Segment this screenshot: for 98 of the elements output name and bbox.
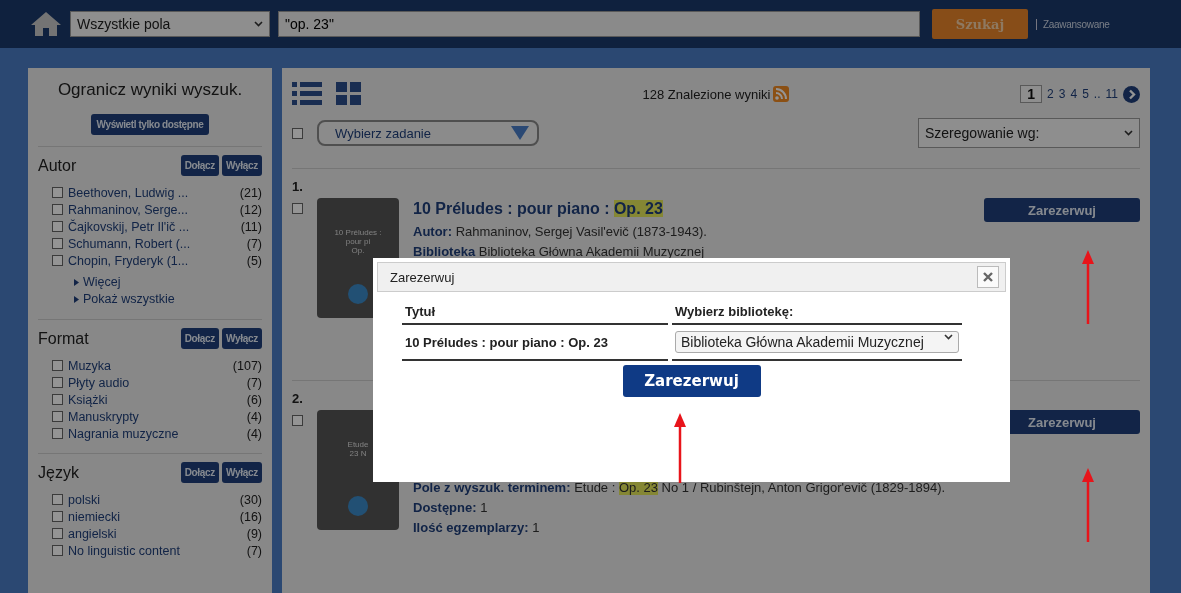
facet-option[interactable]: angielski (68, 526, 247, 541)
facet-count: (5) (246, 253, 262, 268)
rss-icon[interactable] (773, 86, 790, 102)
annotation-arrow (673, 413, 687, 483)
checkbox[interactable] (52, 187, 63, 198)
list-view-icon[interactable] (292, 81, 322, 107)
result-field: Biblioteka Biblioteka Główna Akademii Muzycznej (413, 242, 970, 262)
include-button[interactable]: Dołącz (180, 155, 220, 176)
facet-option[interactable]: polski (68, 492, 240, 507)
result-number: 2. (292, 391, 303, 406)
result-field: Ilość egzemplarzy: 1 (413, 518, 970, 538)
page-link[interactable]: 5 (1082, 87, 1089, 101)
triangle-right-icon (74, 279, 79, 286)
facet-count: (4) (246, 426, 262, 441)
facet-count: (30) (239, 492, 262, 507)
facet-count: (12) (239, 202, 262, 217)
facet-title: Format (38, 329, 89, 348)
include-button[interactable]: Dołącz (180, 462, 220, 483)
chevron-down-icon (1124, 130, 1133, 136)
page-link[interactable]: 11 (1105, 87, 1118, 101)
facet-option[interactable]: Chopin, Fryderyk (1... (68, 253, 247, 268)
close-button[interactable] (977, 266, 999, 288)
result-checkbox[interactable] (292, 415, 303, 426)
chevron-down-icon (254, 21, 263, 27)
task-dropdown[interactable]: Wybierz zadanie (317, 120, 539, 146)
result-title-link[interactable]: 10 Préludes : pour piano : Op. 23 (413, 200, 970, 218)
page-link[interactable]: .. (1093, 87, 1101, 101)
facet-count: (21) (239, 185, 262, 200)
checkbox[interactable] (52, 545, 63, 556)
facet-count: (11) (240, 219, 262, 234)
checkbox[interactable] (52, 428, 63, 439)
reserve-submit-button[interactable]: Zarezerwuj (622, 365, 761, 397)
result-number: 1. (292, 179, 303, 194)
next-page-icon[interactable] (1123, 85, 1140, 103)
facet-option[interactable]: Książki (68, 392, 247, 407)
facet-count: (7) (246, 236, 262, 251)
checkbox[interactable] (52, 360, 63, 371)
column-header: Wybierz bibliotekę: (672, 298, 962, 325)
facet-option[interactable]: Schumann, Robert (... (68, 236, 247, 251)
checkbox[interactable] (52, 411, 63, 422)
facet-option[interactable]: Nagrania muzyczne (68, 426, 247, 441)
checkbox[interactable] (52, 255, 63, 266)
page-link[interactable]: 1 (1020, 85, 1043, 103)
checkbox[interactable] (52, 221, 63, 232)
checkbox[interactable] (52, 238, 63, 249)
reserve-button[interactable]: Zarezerwuj (984, 198, 1140, 222)
facet-option[interactable]: Beethoven, Ludwig ... (68, 185, 240, 200)
checkbox[interactable] (52, 377, 63, 388)
facet-title: Autor (38, 156, 77, 175)
select-all-checkbox[interactable] (292, 127, 303, 139)
checkbox[interactable] (52, 494, 63, 505)
facet-count: (6) (246, 392, 262, 407)
triangle-right-icon (74, 296, 79, 303)
home-icon[interactable] (30, 11, 62, 37)
checkbox[interactable] (52, 394, 63, 405)
grid-view-icon[interactable] (336, 81, 362, 107)
chevron-down-icon (944, 334, 953, 340)
page-link[interactable]: 3 (1058, 87, 1066, 101)
triangle-down-icon (511, 126, 529, 140)
facet-option[interactable]: Manuskrypty (68, 409, 247, 424)
facet-count: (7) (246, 375, 262, 390)
facet-title: Język (38, 463, 79, 482)
result-checkbox[interactable] (292, 203, 303, 214)
available-only-button[interactable]: Wyświetl tylko dostępne (90, 114, 210, 135)
exclude-button[interactable]: Wyłącz (222, 328, 262, 349)
sort-select[interactable]: Szeregowanie wg: (918, 118, 1140, 148)
checkbox[interactable] (52, 511, 63, 522)
exclude-button[interactable]: Wyłącz (222, 462, 262, 483)
include-button[interactable]: Dołącz (180, 328, 220, 349)
library-select[interactable]: Biblioteka Główna Akademii Muzycznej (675, 331, 959, 353)
exclude-button[interactable]: Wyłącz (222, 155, 262, 176)
close-icon (983, 272, 993, 282)
field-select[interactable]: Wszystkie pola (70, 11, 270, 37)
facet-count: (107) (232, 358, 262, 373)
column-header: Tytuł (402, 298, 668, 325)
page-link[interactable]: 4 (1070, 87, 1078, 101)
facet-option[interactable]: niemiecki (68, 509, 240, 524)
facet-link[interactable]: Pokaż wszystkie (83, 291, 175, 308)
facet-count: (7) (246, 543, 262, 558)
page-link[interactable]: 2 (1047, 87, 1054, 101)
facet-option[interactable]: Muzyka (68, 358, 233, 373)
facet-option[interactable]: Rahmaninov, Serge... (68, 202, 240, 217)
result-field: Autor: Rahmaninov, Sergej Vasil'evič (1873-1943). (413, 222, 970, 242)
facet-option[interactable]: No linguistic content (68, 543, 247, 558)
facet-count: (9) (246, 526, 262, 541)
facet-option[interactable]: Płyty audio (68, 375, 247, 390)
checkbox[interactable] (52, 204, 63, 215)
checkbox[interactable] (52, 528, 63, 539)
table-cell: 10 Préludes : pour piano : Op. 23 (402, 325, 668, 361)
result-field: Dostępne: 1 (413, 498, 970, 518)
facet-option[interactable]: Čajkovskij, Petr Il'ič ... (68, 219, 241, 234)
facet-link[interactable]: Więcej (83, 274, 121, 291)
advanced-search-link[interactable]: Zaawansowane (1036, 18, 1110, 30)
search-field[interactable]: "op. 23" (278, 11, 920, 37)
panel-title: Ogranicz wyniki wyszuk. (56, 80, 244, 100)
facet-count: (16) (239, 509, 262, 524)
results-count: 128 Znalezione wyniki (642, 86, 771, 102)
facet-count: (4) (246, 409, 262, 424)
